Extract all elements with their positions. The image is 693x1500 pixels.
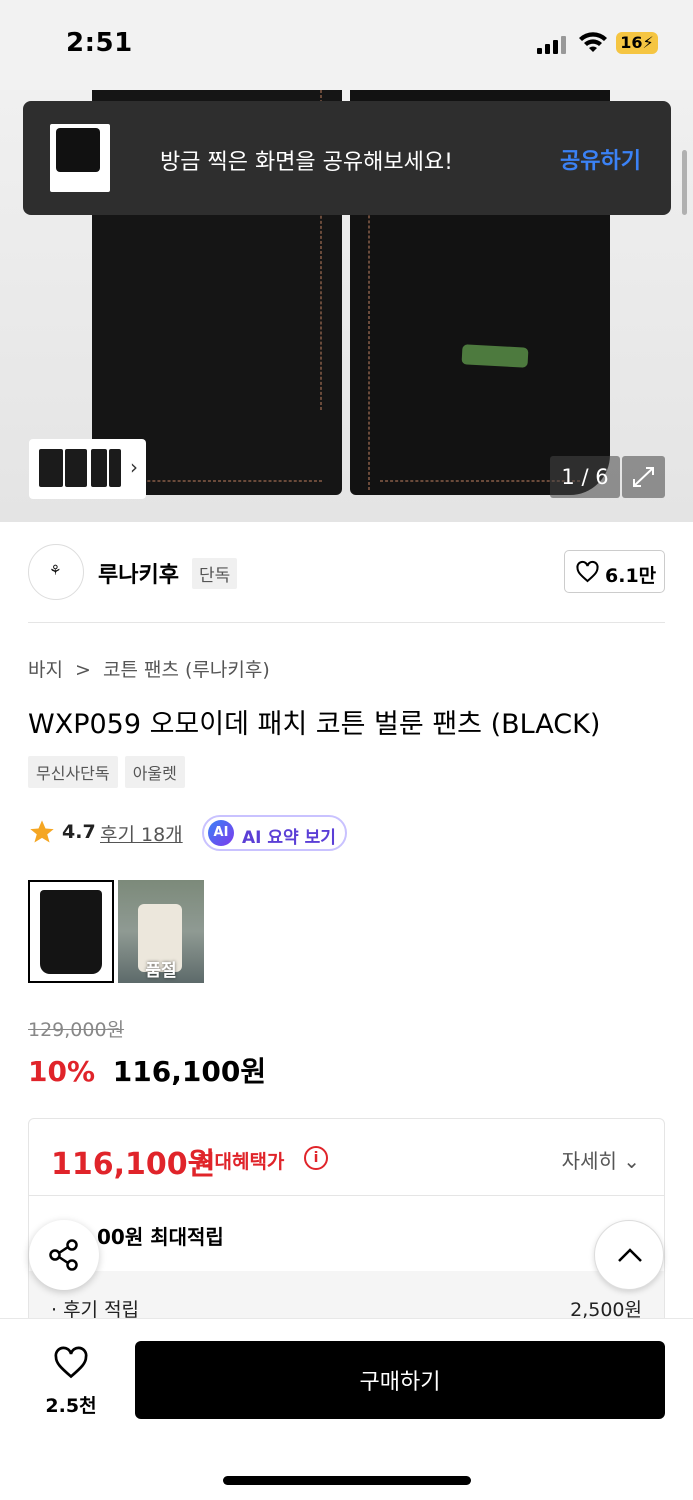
breadcrumb: 바지 > 코튼 팬츠 (루나키후) <box>28 655 276 682</box>
ai-summary-button[interactable]: AI AI 요약 보기 <box>202 815 347 851</box>
toast-message: 방금 찍은 화면을 공유해보세요! <box>160 150 453 175</box>
status-bar: 2:51 16⚡ <box>0 0 693 90</box>
battery-icon: 16⚡ <box>616 32 658 54</box>
wishlist-count: 2.5천 <box>45 1395 97 1417</box>
bottom-action-bar: 2.5천 구매하기 <box>0 1318 693 1500</box>
variant-black[interactable] <box>28 880 114 983</box>
discount-rate: 10% <box>28 1055 96 1088</box>
divider <box>29 1195 664 1196</box>
product-green-patch <box>461 344 529 368</box>
share-icon <box>49 1239 78 1271</box>
max-points: 00원 최대적립 <box>97 1225 224 1249</box>
brand-like-button[interactable]: 6.1만 <box>564 550 665 593</box>
buy-button[interactable]: 구매하기 <box>135 1341 665 1419</box>
heart-icon <box>54 1346 88 1379</box>
tag-outlet: 아울렛 <box>124 756 185 788</box>
ai-summary-label: AI 요약 보기 <box>242 828 336 848</box>
info-icon[interactable]: i <box>304 1146 328 1170</box>
rating-row: 4.7 후기 18개 AI AI 요약 보기 <box>28 815 358 851</box>
share-button[interactable] <box>29 1220 99 1290</box>
scrollbar[interactable] <box>682 150 687 215</box>
brand-name[interactable]: 루나키후 <box>98 557 179 589</box>
divider <box>28 622 665 623</box>
brand-logo[interactable]: ⚘ <box>28 544 84 600</box>
star-icon <box>30 820 54 843</box>
benefit-detail-toggle[interactable]: 자세히 ⌄ <box>562 1145 640 1174</box>
expand-image-button[interactable] <box>622 456 665 498</box>
brand-row: ⚘ 루나키후 단독 6.1만 <box>28 540 665 604</box>
review-count-link[interactable]: 후기 18개 <box>100 820 183 847</box>
expand-icon <box>633 467 654 487</box>
product-tags: 무신사단독 아울렛 <box>28 756 187 788</box>
wifi-icon <box>579 32 607 52</box>
scroll-to-top-button[interactable] <box>594 1220 664 1290</box>
max-benefit-box: 116,100원 최대혜택가 i 자세히 ⌄ 00원 최대적립 · 후기 적립 … <box>28 1118 665 1348</box>
screenshot-thumbnail <box>50 124 110 192</box>
max-benefit-price: 116,100원 <box>51 1147 216 1182</box>
exclusive-badge: 단독 <box>192 558 238 589</box>
wishlist-button[interactable]: 2.5천 <box>28 1341 114 1421</box>
tag-exclusive: 무신사단독 <box>28 756 118 788</box>
chevron-right-icon: › <box>130 455 138 479</box>
toast-share-button[interactable]: 공유하기 <box>560 143 641 175</box>
heart-icon <box>576 560 599 583</box>
gallery-thumbnail-strip[interactable]: › <box>29 439 146 499</box>
sale-price-row: 10% 116,100원 <box>28 1050 266 1090</box>
brand-like-count: 6.1만 <box>605 565 657 587</box>
breadcrumb-separator: > <box>75 659 91 681</box>
home-indicator[interactable] <box>223 1476 471 1485</box>
breadcrumb-subcategory[interactable]: 코튼 팬츠 (루나키후) <box>103 659 270 681</box>
status-time: 2:51 <box>66 28 133 58</box>
signal-icon <box>537 36 567 54</box>
battery-level: 16 <box>620 33 643 52</box>
sale-price: 116,100원 <box>112 1055 267 1088</box>
chevron-down-icon: ⌄ <box>623 1149 640 1173</box>
share-screenshot-toast: 방금 찍은 화면을 공유해보세요! 공유하기 <box>23 101 671 215</box>
rating-value: 4.7 <box>62 821 96 843</box>
chevron-up-icon <box>618 1248 642 1262</box>
breadcrumb-category[interactable]: 바지 <box>28 659 63 681</box>
original-price: 129,000원 <box>28 1019 125 1041</box>
sold-out-label: 품절 <box>145 961 177 981</box>
detail-label: 자세히 <box>561 1149 617 1173</box>
max-benefit-label: 최대혜택가 <box>197 1151 285 1173</box>
variant-ivory[interactable]: 품절 <box>118 880 204 983</box>
image-page-counter: 1 / 6 <box>550 456 620 498</box>
product-title: WXP059 오모이데 패치 코튼 벌룬 팬츠 (BLACK) <box>28 709 601 740</box>
ai-icon: AI <box>208 820 234 846</box>
